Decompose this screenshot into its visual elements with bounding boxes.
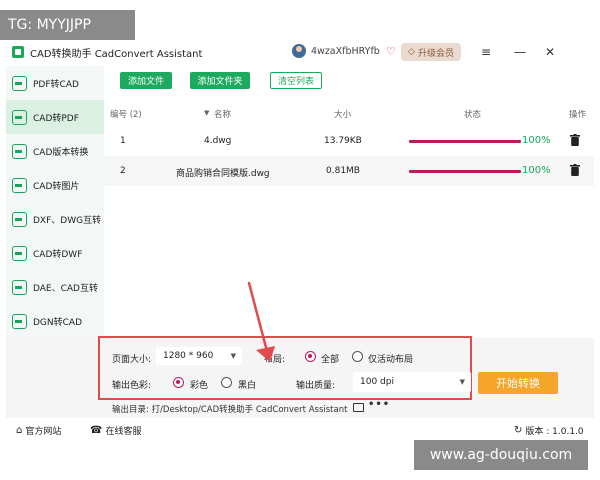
cad-to-pdf-icon [12,109,27,125]
row-file-name: 4.dwg [204,136,232,146]
close-icon[interactable]: ✕ [541,43,559,61]
official-website-label: 官方网站 [25,427,62,437]
app-window: CAD转换助手 CadConvert Assistant 4wzaXfbHRYf… [6,38,594,440]
column-size: 大小 [334,110,352,120]
sort-desc-icon[interactable]: ▼ [204,109,209,117]
cad-to-image-icon [12,177,27,193]
start-convert-button[interactable]: 开始转换 [478,372,558,394]
sidebar-item-cad-to-pdf[interactable]: CAD转PDF [6,100,104,134]
username: 4wzaXfbHRYfb [311,45,380,57]
column-index: 编号 (2) [110,110,142,120]
sidebar: PDF转CAD CAD转PDF CAD版本转换 CAD转图片 DXF、DWG互转… [6,66,104,366]
quality-value: 100 dpi [360,377,394,387]
color-mode-color-label[interactable]: 彩色 [190,378,208,391]
layout-active-label[interactable]: 仅活动布局 [368,352,413,365]
row-index: 1 [120,136,126,146]
layout-all-label[interactable]: 全部 [321,352,339,365]
version-label: 版本 : 1.0.1.0 [525,427,584,437]
add-folder-button[interactable]: 添加文件夹 [190,72,250,89]
column-status: 状态 [464,110,482,120]
toolbar: 添加文件 添加文件夹 清空列表 [104,66,594,98]
diamond-icon: ◇ [408,47,415,57]
file-table-header: 编号 (2) ▼ 名称 大小 状态 操作 [104,102,594,124]
page-size-value: 1280 * 960 [163,351,214,361]
sidebar-item-label: CAD转DWF [33,249,83,260]
delete-icon[interactable] [570,134,580,146]
version-info[interactable]: ↻ 版本 : 1.0.1.0 [514,424,584,437]
progress-fill [409,140,521,143]
progress-bar [409,140,521,143]
menu-icon[interactable]: ≡ [477,43,495,61]
online-support-label: 在线客服 [105,427,142,437]
dae-cad-icon [12,279,27,295]
quality-label: 输出质量: [296,381,336,391]
footer: ⌂ 官方网站 ☎ 在线客服 ↻ 版本 : 1.0.1.0 [6,420,594,440]
support-icon: ☎ [90,425,103,436]
chevron-down-icon: ▼ [230,352,236,360]
dgn-to-cad-icon [12,313,27,329]
quality-select[interactable]: 100 dpi ▼ [353,372,471,392]
output-directory: 输出目录: 打/Desktop/CAD转换助手 CadConvert Assis… [112,405,348,415]
user-area[interactable]: 4wzaXfbHRYfb ♡ [292,44,396,58]
row-file-size: 13.79KB [324,136,362,146]
pdf-to-cad-icon [12,75,27,91]
upgrade-membership-button[interactable]: ◇ 升级会员 [401,43,461,61]
app-logo-icon [12,46,24,58]
table-row[interactable]: 1 4.dwg 13.79KB 100% [104,126,594,156]
sidebar-item-dxf-dwg[interactable]: DXF、DWG互转 [6,202,104,236]
sidebar-item-label: PDF转CAD [33,79,79,90]
color-mode-bw-radio[interactable] [221,377,232,388]
progress-bar [409,170,521,173]
layout-all-radio[interactable] [305,351,316,362]
watermark-top-left: TG: MYYJJPP [0,10,135,40]
color-mode-color-radio[interactable] [173,377,184,388]
color-mode-bw-label[interactable]: 黑白 [238,378,256,391]
row-file-name: 商品购销合同模版.dwg [176,169,270,179]
layout-label: 布局: [264,355,286,365]
clear-list-button[interactable]: 清空列表 [270,72,322,89]
sidebar-item-pdf-to-cad[interactable]: PDF转CAD [6,66,104,100]
sidebar-item-cad-to-image[interactable]: CAD转图片 [6,168,104,202]
folder-icon[interactable] [353,403,364,412]
avatar[interactable] [292,44,306,58]
sidebar-item-label: CAD转PDF [33,113,79,124]
sidebar-item-label: DAE、CAD互转 [33,283,98,294]
app-title: CAD转换助手 CadConvert Assistant [30,48,203,60]
progress-percent: 100% [522,135,551,146]
progress-fill [409,170,521,173]
sidebar-item-cad-to-dwf[interactable]: CAD转DWF [6,236,104,270]
refresh-icon: ↻ [514,425,523,436]
sidebar-item-label: DGN转CAD [33,317,83,328]
dxf-dwg-icon [12,211,27,227]
official-website-link[interactable]: ⌂ 官方网站 [16,424,61,437]
home-icon: ⌂ [16,425,23,436]
color-label: 输出色彩: [112,381,152,391]
column-action: 操作 [569,110,587,120]
page-size-select[interactable]: 1280 * 960 ▼ [156,347,242,365]
sidebar-item-cad-version[interactable]: CAD版本转换 [6,134,104,168]
online-support-link[interactable]: ☎ 在线客服 [90,424,141,437]
layout-active-radio[interactable] [352,351,363,362]
upgrade-label: 升级会员 [417,48,454,59]
add-file-button[interactable]: 添加文件 [120,72,172,89]
column-name[interactable]: 名称 [214,108,231,120]
delete-icon[interactable] [570,164,580,176]
sidebar-item-dgn-to-cad[interactable]: DGN转CAD [6,304,104,338]
page-size-label: 页面大小: [112,355,152,365]
table-row[interactable]: 2 商品购销合同模版.dwg 0.81MB 100% [104,156,594,186]
sidebar-item-label: CAD转图片 [33,181,80,192]
chevron-down-icon: ▼ [459,378,465,386]
sidebar-item-label: CAD版本转换 [33,147,89,158]
vip-heart-icon: ♡ [385,44,396,58]
sidebar-item-dae-cad[interactable]: DAE、CAD互转 [6,270,104,304]
cad-version-icon [12,143,27,159]
more-icon[interactable]: ••• [368,399,390,410]
row-index: 2 [120,166,126,176]
row-file-size: 0.81MB [326,166,360,176]
cad-to-dwf-icon [12,245,27,261]
minimize-icon[interactable]: — [511,43,529,61]
progress-percent: 100% [522,165,551,176]
watermark-bottom-right: www.ag-douqiu.com [414,440,588,470]
sidebar-item-label: DXF、DWG互转 [33,215,102,226]
